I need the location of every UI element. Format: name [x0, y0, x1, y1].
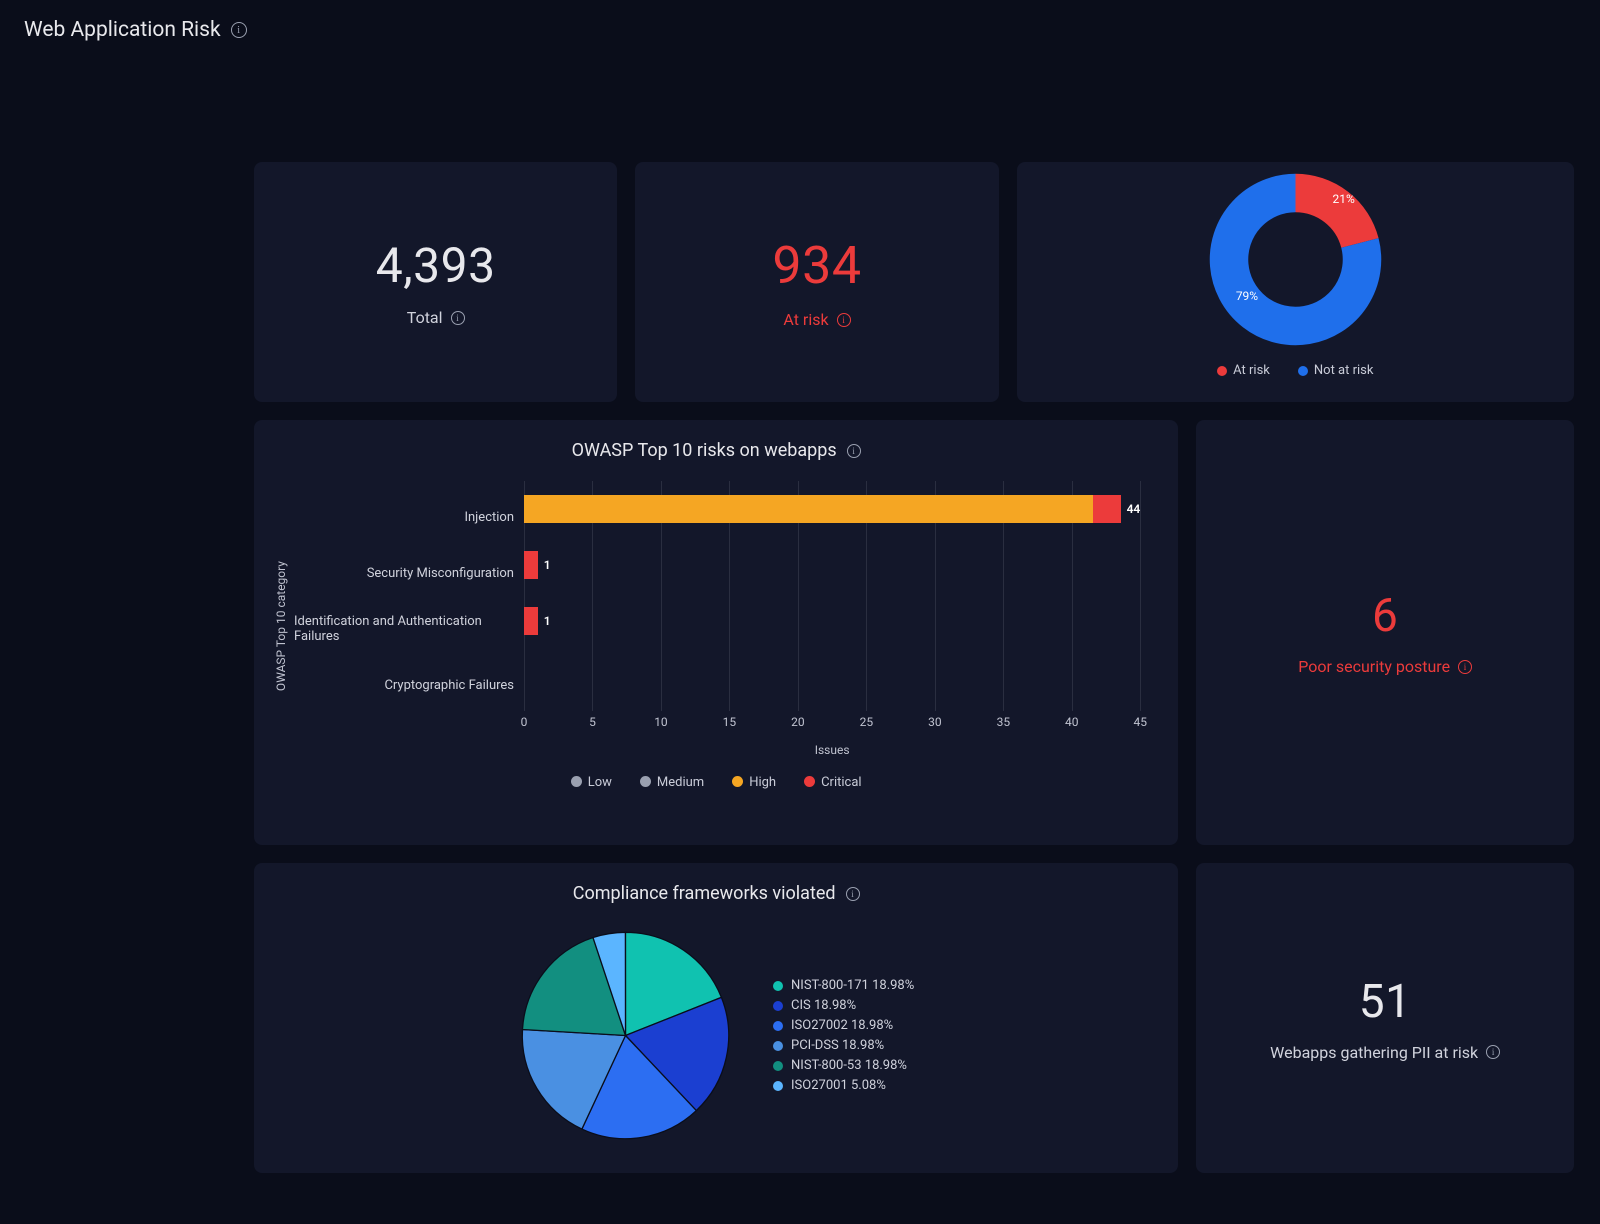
info-icon[interactable]: i [1486, 1045, 1500, 1059]
legend-item: NIST-800-171 18.98% [773, 978, 914, 993]
owasp-chart-title-row: OWASP Top 10 risks on webapps i [274, 440, 1158, 461]
bar-row[interactable]: 1 [524, 551, 1140, 579]
bar-value: 44 [1127, 502, 1141, 516]
donut-pct-atrisk: 21% [1333, 192, 1355, 206]
bar-row[interactable]: 1 [524, 607, 1140, 635]
compliance-title-row: Compliance frameworks violated i [274, 883, 1158, 904]
owasp-legend: Low Medium High Critical [274, 775, 1158, 790]
legend-item: ISO27002 18.98% [773, 1018, 914, 1033]
info-icon[interactable]: i [847, 444, 861, 458]
legend-item-notatrisk: Not at risk [1298, 363, 1374, 378]
info-icon[interactable]: i [846, 887, 860, 901]
bar-value: 1 [544, 558, 551, 572]
kpi-total-label-row: Total i [407, 308, 465, 327]
page-title: Web Application Risk i [24, 18, 1576, 42]
legend-item: NIST-800-53 18.98% [773, 1058, 914, 1073]
compliance-legend: NIST-800-171 18.98% CIS 18.98% ISO27002 18… [773, 978, 914, 1093]
kpi-atrisk-value: 934 [772, 235, 861, 296]
donut-chart: 21% 79% [1208, 172, 1383, 347]
kpi-total-label: Total [407, 308, 443, 327]
legend-item: Critical [804, 775, 861, 790]
owasp-x-axis-label: Issues [524, 743, 1140, 757]
legend-item: PCI-DSS 18.98% [773, 1038, 914, 1053]
bar-category-label: Injection [294, 489, 524, 545]
info-icon[interactable]: i [451, 311, 465, 325]
kpi-pii-card: 51 Webapps gathering PII at risk i [1196, 863, 1574, 1173]
bar-category-label: Identification and Authentication Failur… [294, 601, 524, 657]
kpi-atrisk-label: At risk [783, 310, 828, 329]
legend-item: Medium [640, 775, 704, 790]
donut-legend: At risk Not at risk [1217, 363, 1373, 378]
bar-value: 1 [544, 614, 551, 628]
bar-category-label: Security Misconfiguration [294, 545, 524, 601]
kpi-posture-label-row: Poor security posture i [1298, 657, 1472, 676]
legend-item: High [732, 775, 776, 790]
kpi-total-value: 4,393 [376, 237, 496, 294]
page-title-text: Web Application Risk [24, 18, 221, 42]
legend-item: ISO27001 5.08% [773, 1078, 914, 1093]
kpi-atrisk-label-row: At risk i [783, 310, 850, 329]
kpi-total-card: 4,393 Total i [254, 162, 617, 402]
legend-item: Low [571, 775, 612, 790]
owasp-y-axis-label: OWASP Top 10 category [274, 561, 288, 691]
compliance-pie-chart [518, 928, 733, 1143]
kpi-posture-value: 6 [1372, 589, 1398, 643]
info-icon[interactable]: i [1458, 660, 1472, 674]
info-icon[interactable]: i [231, 22, 247, 38]
donut-card: 21% 79% At risk Not at risk [1017, 162, 1574, 402]
dashboard-grid: 4,393 Total i 934 At risk i 21% 79% [254, 162, 1574, 1173]
legend-item-atrisk: At risk [1217, 363, 1270, 378]
bar-category-label: Cryptographic Failures [294, 657, 524, 713]
bar-row[interactable]: 44 [524, 495, 1140, 523]
kpi-pii-value: 51 [1359, 975, 1412, 1029]
bar-row[interactable] [524, 663, 1140, 691]
owasp-chart-card: OWASP Top 10 risks on webapps i OWASP To… [254, 420, 1178, 845]
donut-pct-notatrisk: 79% [1236, 289, 1258, 303]
legend-item: CIS 18.98% [773, 998, 914, 1013]
kpi-posture-label: Poor security posture [1298, 657, 1450, 676]
kpi-pii-label-row: Webapps gathering PII at risk i [1270, 1043, 1500, 1062]
kpi-atrisk-card: 934 At risk i [635, 162, 998, 402]
info-icon[interactable]: i [837, 313, 851, 327]
kpi-pii-label: Webapps gathering PII at risk [1270, 1043, 1478, 1062]
owasp-chart-title: OWASP Top 10 risks on webapps [572, 440, 837, 461]
compliance-card: Compliance frameworks violated i NIST-80… [254, 863, 1178, 1173]
kpi-posture-card: 6 Poor security posture i [1196, 420, 1574, 845]
compliance-title: Compliance frameworks violated [573, 883, 836, 904]
